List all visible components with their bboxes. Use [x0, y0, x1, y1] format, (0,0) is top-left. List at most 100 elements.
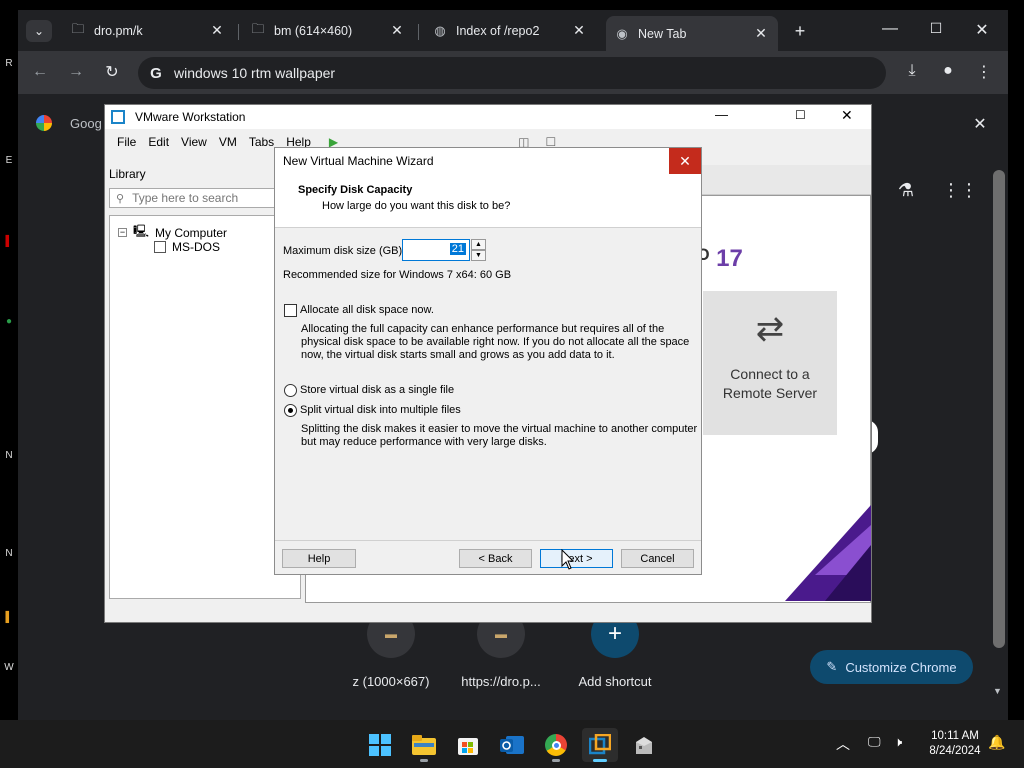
tab-title: New Tab — [638, 26, 687, 41]
tab-dro[interactable]: 🗀 dro.pm/k ✕ — [64, 16, 232, 45]
spin-down-icon[interactable]: ▼ — [471, 250, 486, 261]
menu-edit[interactable]: Edit — [148, 135, 169, 149]
google-g-icon: G — [150, 64, 162, 82]
swap-arrows-icon: ⇄ — [755, 310, 785, 348]
minimize-icon[interactable]: — — [715, 107, 728, 122]
tray-chevron-up-icon[interactable]: ︿ — [836, 734, 850, 754]
tab-title: bm (614×460) — [274, 23, 353, 38]
forward-icon[interactable]: → — [64, 63, 88, 81]
vmware-taskbar-icon[interactable] — [582, 728, 618, 762]
vmware-tab-header — [699, 165, 871, 195]
pencil-icon: ✎ — [826, 659, 838, 674]
chrome-toolbar: ← → ↻ G windows 10 rtm wallpaper ⤓ ● ⋮ — [18, 51, 1008, 94]
multi-file-label[interactable]: Split virtual disk into multiple files — [300, 404, 461, 417]
allocate-checkbox[interactable] — [284, 304, 297, 317]
tab-index-repo2[interactable]: ◍ Index of /repo2 ✕ — [426, 16, 594, 45]
labs-flask-icon[interactable]: ⚗ — [894, 180, 918, 201]
volume-muted-icon[interactable]: 🕨 — [894, 734, 902, 750]
wizard-header: Specify Disk Capacity How large do you w… — [275, 174, 701, 228]
clock-time: 10:11 AM — [931, 730, 979, 742]
library-label: Library — [109, 167, 146, 181]
network-icon[interactable]: 🖵 — [868, 734, 881, 750]
next-button[interactable]: Next > — [540, 549, 613, 568]
apps-grid-icon[interactable]: ⋮⋮ — [942, 180, 978, 201]
connect-label: Connect to a — [730, 366, 810, 382]
scroll-down-icon[interactable]: ▼ — [993, 686, 1002, 696]
allocate-description: physical disk space to be available righ… — [301, 336, 690, 348]
collapse-icon[interactable]: − — [118, 228, 127, 237]
close-icon[interactable]: ✕ — [669, 148, 701, 174]
split-description: Splitting the disk makes it easier to mo… — [301, 423, 698, 435]
wizard-title: New Virtual Machine Wizard — [283, 154, 434, 168]
close-icon[interactable]: ✕ — [388, 22, 406, 39]
menu-file[interactable]: File — [117, 135, 136, 149]
split-description: but may reduce performance with very lar… — [301, 436, 547, 448]
back-button[interactable]: < Back — [459, 549, 532, 568]
allocate-description: now, the virtual disk starts small and g… — [301, 349, 615, 361]
spin-up-icon[interactable]: ▲ — [471, 239, 486, 250]
taskbar-clock[interactable]: 10:11 AM 8/24/2024 — [918, 729, 992, 759]
vmware-brand-graphic — [785, 505, 871, 601]
close-icon[interactable]: ✕ — [208, 22, 226, 39]
windows-taskbar: ︿ 🖵 🕨 🔔 — [0, 720, 1024, 768]
close-icon[interactable]: ✕ — [752, 25, 770, 42]
help-button[interactable]: Help — [282, 549, 356, 568]
wizard-subheading: How large do you want this disk to be? — [322, 200, 511, 212]
customize-chrome-button[interactable]: ✎ Customize Chrome — [810, 650, 973, 684]
microsoft-store-icon[interactable] — [450, 728, 486, 762]
tab-strip: ⌄ 🗀 dro.pm/k ✕ 🗀 bm (614×460) ✕ ◍ Index … — [18, 10, 1008, 51]
reload-icon[interactable]: ↻ — [100, 62, 124, 82]
close-icon[interactable]: ✕ — [570, 22, 588, 39]
maximize-icon[interactable]: ☐ — [795, 108, 806, 122]
allocate-label[interactable]: Allocate all disk space now. — [300, 304, 434, 317]
globe-icon: ◍ — [434, 22, 446, 38]
vmware-title: VMware Workstation — [135, 110, 246, 124]
library-search-input[interactable]: ⚲ Type here to search — [109, 188, 277, 208]
menu-view[interactable]: View — [181, 135, 207, 149]
library-tree: − 🖳 My Computer MS-DOS — [109, 215, 301, 599]
outlook-icon[interactable] — [494, 728, 530, 762]
close-icon[interactable]: ✕ — [841, 107, 853, 124]
max-disk-size-input[interactable]: 21 — [402, 239, 470, 261]
chrome-icon: ◉ — [616, 25, 628, 41]
close-bar-icon[interactable]: ✕ — [968, 114, 992, 134]
cancel-button[interactable]: Cancel — [621, 549, 694, 568]
recommended-size: Recommended size for Windows 7 x64: 60 G… — [283, 269, 512, 281]
tree-ms-dos[interactable]: MS-DOS — [154, 240, 220, 254]
vmware-version: ᴼ 17 — [697, 245, 743, 272]
tab-bm[interactable]: 🗀 bm (614×460) ✕ — [244, 16, 412, 45]
scrollbar-thumb[interactable] — [993, 170, 1005, 648]
chrome-icon[interactable] — [538, 728, 574, 762]
shortcut-label: Add shortcut — [578, 674, 652, 689]
omnibox[interactable]: G windows 10 rtm wallpaper — [138, 57, 886, 89]
tab-title: Index of /repo2 — [456, 23, 540, 38]
vmware-titlebar: VMware Workstation — ☐ ✕ — [105, 105, 871, 129]
single-file-radio[interactable] — [284, 384, 297, 397]
desktop-icon: ▌ — [5, 236, 13, 247]
tab-search-chevron-icon[interactable]: ⌄ — [26, 20, 52, 42]
new-tab-plus-icon[interactable]: + — [788, 21, 812, 42]
close-window-icon[interactable]: ✕ — [970, 20, 994, 40]
connect-remote-server-tile[interactable]: ⇄ Connect to a Remote Server — [703, 291, 837, 435]
desktop-icon-label: E — [5, 155, 13, 166]
start-windows-icon[interactable] — [362, 728, 398, 762]
multi-file-radio[interactable] — [284, 404, 297, 417]
back-icon[interactable]: ← — [28, 63, 52, 81]
maximize-icon[interactable]: ☐ — [924, 20, 948, 37]
menu-tabs[interactable]: Tabs — [249, 135, 274, 149]
shortcut-label: z (1000×667) — [352, 674, 430, 689]
connect-label: Remote Server — [722, 385, 818, 401]
tab-title: dro.pm/k — [94, 23, 143, 38]
profile-icon[interactable]: ● — [936, 62, 960, 80]
download-icon[interactable]: ⤓ — [900, 62, 924, 80]
wizard-separator — [275, 540, 701, 541]
single-file-label[interactable]: Store virtual disk as a single file — [300, 384, 454, 397]
minimize-icon[interactable]: — — [878, 20, 902, 38]
search-icon: ⚲ — [116, 192, 125, 205]
file-explorer-icon[interactable] — [406, 728, 442, 762]
menu-dots-icon[interactable]: ⋮ — [972, 62, 996, 82]
menu-vm[interactable]: VM — [219, 135, 237, 149]
tab-new-tab[interactable]: ◉ New Tab ✕ — [606, 16, 778, 51]
desktop-icon-label: W — [4, 662, 14, 673]
package-app-icon[interactable] — [626, 728, 662, 762]
